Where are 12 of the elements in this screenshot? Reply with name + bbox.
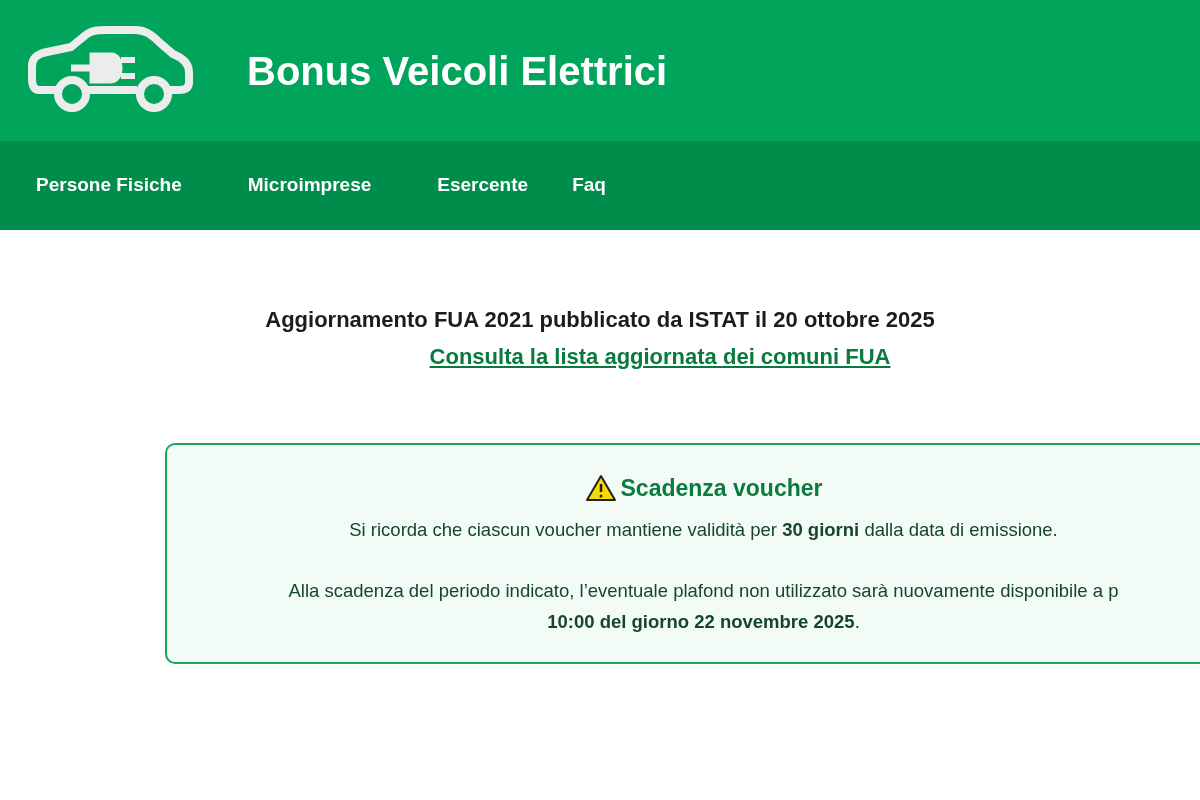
nav-link[interactable]: Microimprese	[247, 171, 372, 200]
fua-list-link[interactable]: Consulta la lista aggiornata dei comuni FUA	[429, 344, 891, 369]
nav-link[interactable]: Faq	[572, 171, 606, 200]
alert-text-line: Alla scadenza del periodo indicato, l’eventuale plafond non utilizzato sarà nuovamente disponibile a p	[287, 578, 1120, 603]
nav-link[interactable]: Esercente	[437, 171, 529, 200]
announcement-text: Aggiornamento FUA 2021 pubblicato da ISTAT il 20 ottobre 2025	[264, 306, 936, 334]
alert-title: Scadenza voucher	[620, 474, 823, 503]
warning-icon	[584, 474, 617, 503]
alert-text-line: Si ricorda che ciascun voucher mantiene validità per 30 giorni dalla data di emissione.	[348, 517, 1059, 542]
site-title: Bonus Veicoli Elettrici	[247, 47, 668, 95]
alert-text-line: 10:00 del giorno 22 novembre 2025.	[546, 610, 861, 635]
nav-link[interactable]: Persone Fisiche	[36, 171, 182, 200]
